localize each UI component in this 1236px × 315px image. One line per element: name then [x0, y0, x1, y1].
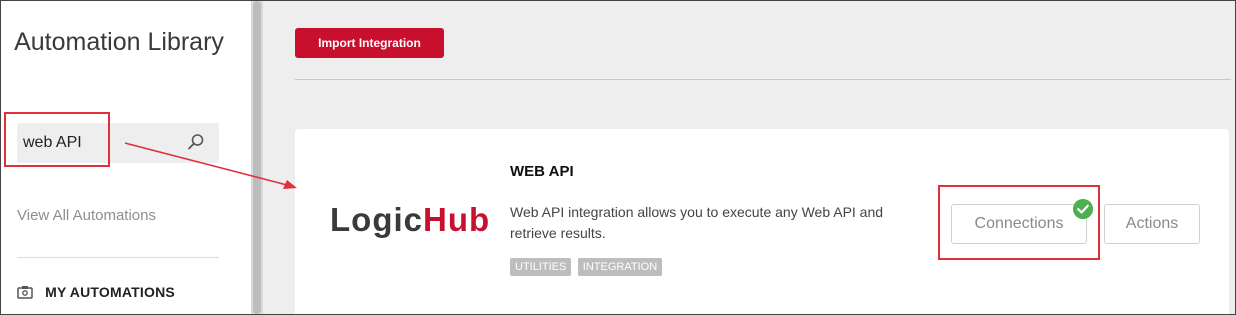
- sidebar-scrollbar[interactable]: [251, 1, 263, 314]
- main-divider: [295, 79, 1231, 80]
- integration-title: WEB API: [510, 163, 574, 180]
- connections-highlight-box: [938, 185, 1100, 260]
- sidebar-title-text: Automation Library: [14, 28, 224, 56]
- app-window: Automation Library web API View All Auto…: [0, 0, 1236, 315]
- scrollbar-thumb[interactable]: [253, 1, 261, 314]
- import-integration-button[interactable]: Import Integration: [295, 28, 444, 58]
- tag-utilities: UTILITIES: [510, 258, 572, 276]
- my-automations-header[interactable]: MY AUTOMATIONS: [17, 284, 175, 300]
- my-automations-label: MY AUTOMATIONS: [45, 284, 175, 300]
- sidebar-divider: [17, 257, 219, 258]
- view-all-automations-link[interactable]: View All Automations: [17, 207, 156, 224]
- tag-integration: INTEGRATION: [577, 258, 663, 276]
- integration-description: Web API integration allows you to execut…: [510, 204, 884, 241]
- main-content: Import Integration LogicHub WEB API Web …: [263, 1, 1235, 314]
- sidebar-title: Automation Library: [1, 27, 237, 57]
- tag-list: UTILITIES INTEGRATION: [510, 257, 664, 276]
- search-icon[interactable]: [187, 133, 205, 151]
- logo-part-hub: Hub: [423, 201, 491, 238]
- automation-icon: [17, 286, 33, 299]
- search-highlight-box: [4, 112, 110, 167]
- logichub-logo: LogicHub: [330, 201, 490, 239]
- actions-button[interactable]: Actions: [1104, 204, 1200, 244]
- logo-part-logic: Logic: [330, 201, 423, 238]
